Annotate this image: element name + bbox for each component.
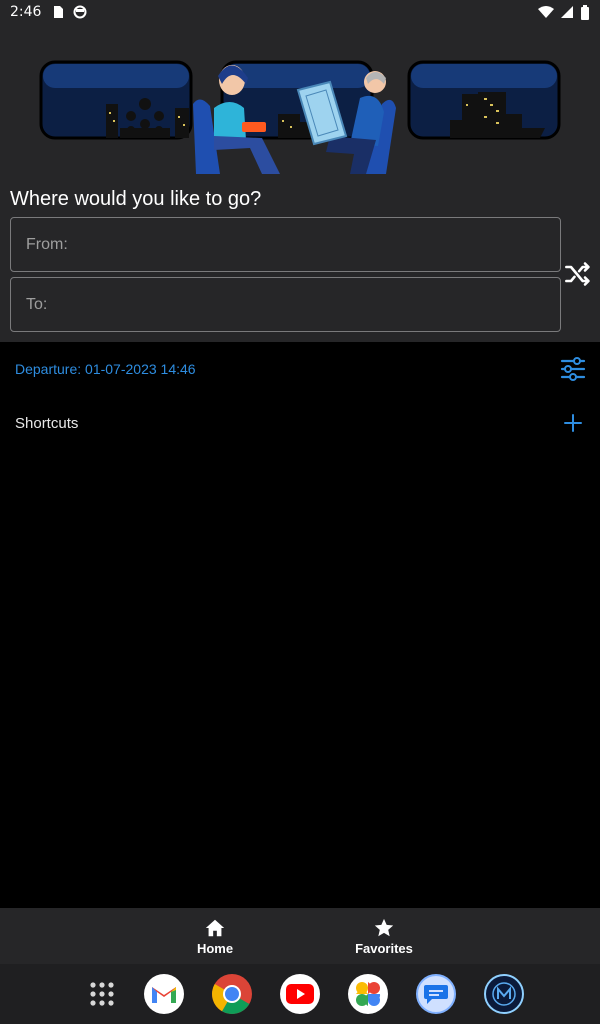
battery-icon <box>581 4 589 20</box>
status-time: 2:46 <box>10 4 42 20</box>
to-input[interactable] <box>11 278 560 331</box>
train-illustration <box>39 60 561 174</box>
gmail-icon[interactable] <box>144 974 184 1014</box>
home-icon <box>205 919 225 936</box>
nav-favorites-label: Favorites <box>355 940 413 956</box>
sd-card-icon <box>54 6 64 18</box>
to-field[interactable] <box>10 277 561 332</box>
chrome-icon[interactable] <box>212 974 252 1014</box>
add-shortcut-icon[interactable] <box>563 413 583 433</box>
nav-home-label: Home <box>196 940 234 956</box>
system-dock <box>0 964 600 1024</box>
photos-icon[interactable] <box>348 974 388 1014</box>
youtube-icon[interactable] <box>280 974 320 1014</box>
nav-home[interactable]: Home <box>155 908 275 964</box>
departure-time-link[interactable]: Departure: 01-07-2023 14:46 <box>15 361 196 377</box>
destination-prompt: Where would you like to go? <box>10 188 262 210</box>
from-input[interactable] <box>11 218 560 271</box>
from-field[interactable] <box>10 217 561 272</box>
status-bar: 2:46 <box>0 0 600 24</box>
search-panel: Where would you like to go? <box>0 24 600 342</box>
metro-app-icon[interactable] <box>484 974 524 1014</box>
messages-icon[interactable] <box>416 974 456 1014</box>
status-right <box>538 4 590 20</box>
nav-favorites[interactable]: Favorites <box>324 908 444 964</box>
swap-stations-icon[interactable] <box>564 260 592 288</box>
wifi-icon <box>538 6 554 18</box>
star-icon <box>374 918 394 936</box>
shortcuts-heading: Shortcuts <box>15 415 79 432</box>
sync-icon <box>73 5 87 19</box>
signal-icon <box>561 6 573 18</box>
app-drawer-icon[interactable] <box>82 974 122 1014</box>
filter-settings-icon[interactable] <box>560 356 586 382</box>
bottom-navigation: Home Favorites <box>0 908 600 964</box>
